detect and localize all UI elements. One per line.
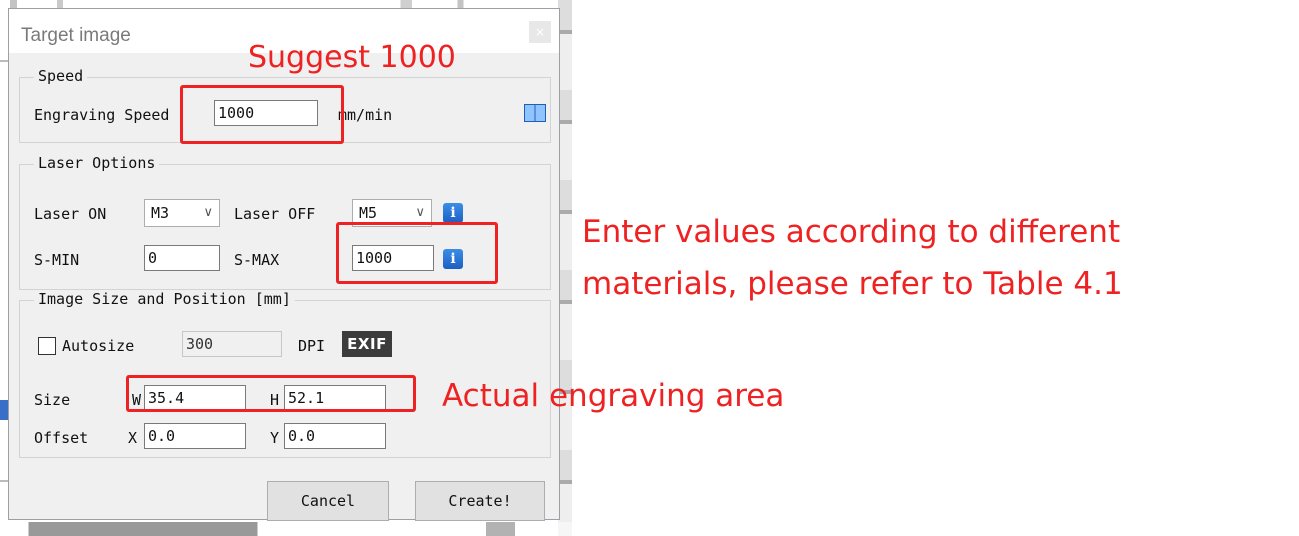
s-min-input[interactable]: 0 [144,245,220,271]
autosize-checkbox[interactable] [38,337,56,355]
s-min-label: S-MIN [34,251,80,269]
speed-unit-label: mm/min [338,106,393,124]
laser-off-value: M5 [359,204,378,222]
offset-y-label: Y [270,429,280,447]
background-canvas-right [558,0,572,536]
s-max-highlight [336,222,498,284]
dialog-title: Target image [21,25,131,46]
speed-legend: Speed [34,67,88,85]
materials-annotation-line2: materials, please refer to Table 4.1 [582,266,1123,302]
laser-off-info-icon[interactable]: i [443,203,463,223]
image-size-legend: Image Size and Position [mm] [34,290,295,308]
engraving-speed-label: Engraving Speed [34,106,170,124]
laser-off-label: Laser OFF [234,205,316,223]
laser-on-value: M3 [151,204,170,222]
exif-button[interactable]: EXIF [342,331,392,357]
autosize-label: Autosize [62,337,135,355]
cancel-button[interactable]: Cancel [267,481,389,521]
offset-y-input[interactable]: 0.0 [284,423,386,449]
offset-label: Offset [34,429,89,447]
size-highlight [126,375,416,412]
dpi-label: DPI [298,337,326,355]
manual-book-icon[interactable] [524,104,546,122]
offset-x-label: X [128,429,138,447]
laser-on-label: Laser ON [34,205,107,223]
s-max-label: S-MAX [234,251,280,269]
suggest-annotation: Suggest 1000 [248,40,456,75]
size-label: Size [34,391,71,409]
laser-on-select[interactable]: M3 ∨ [144,199,220,227]
engraving-speed-highlight [180,85,344,144]
offset-x-input[interactable]: 0.0 [144,423,246,449]
chevron-down-icon: ∨ [203,205,213,220]
dpi-input[interactable]: 300 [182,331,282,357]
create-button[interactable]: Create! [415,481,545,521]
materials-annotation-line1: Enter values according to different [582,214,1121,250]
close-button[interactable]: × [529,21,551,43]
background-canvas-bottom [0,522,572,536]
area-annotation: Actual engraving area [442,378,785,414]
laser-options-legend: Laser Options [34,154,160,172]
